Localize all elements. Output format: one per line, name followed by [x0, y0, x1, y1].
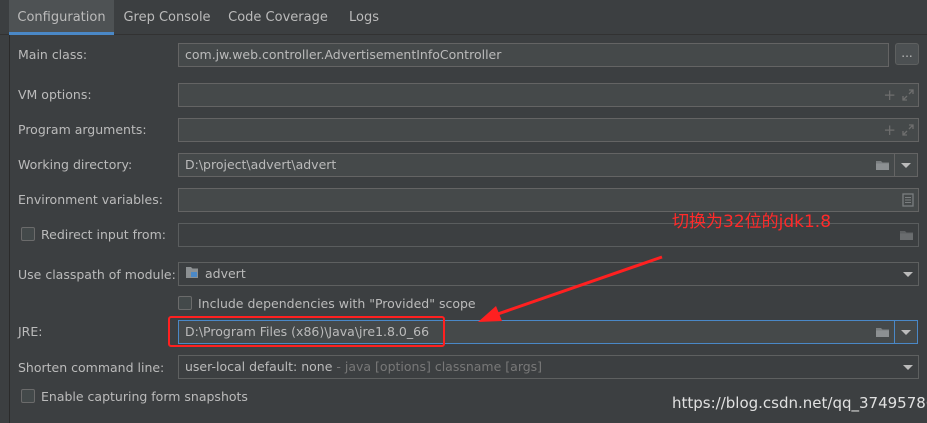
- watermark: https://blog.csdn.net/qq_37495786: [672, 394, 927, 412]
- annotation-text: 切换为32位的jdk1.8: [672, 212, 832, 232]
